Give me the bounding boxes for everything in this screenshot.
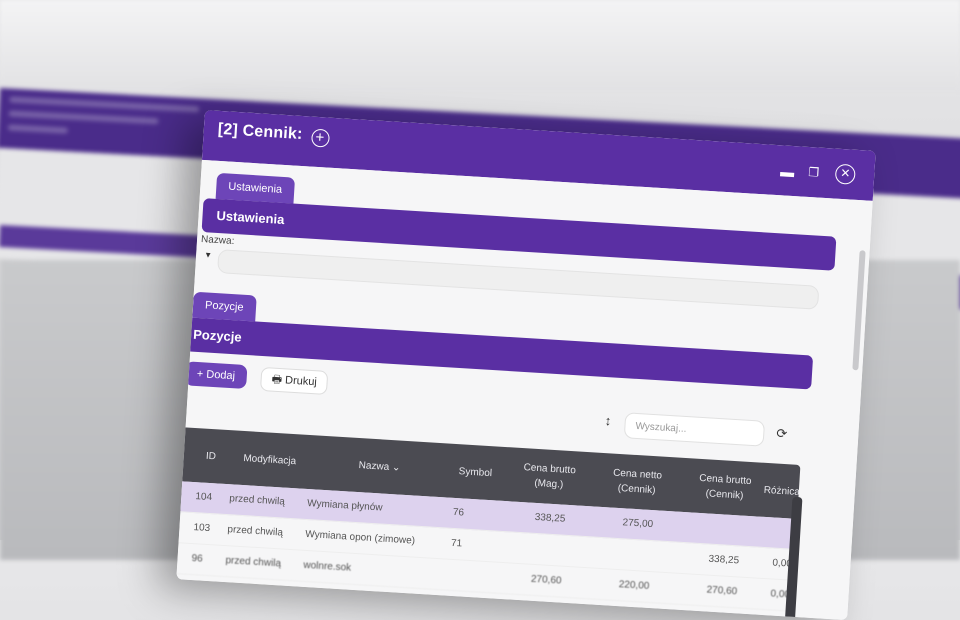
background-text-line [7,124,69,134]
dialog-body: Ustawienia Ustawienia Nazwa: ▼ Pozycje P… [176,159,873,620]
cell-symbol: 71 [450,537,463,550]
name-label: Nazwa: [200,234,235,248]
column-header-net-pricelist[interactable]: Cena netto (Cennik) [596,453,679,512]
sort-icon[interactable]: ↕ [604,413,611,428]
column-header-gross-pricelist[interactable]: Cena brutto (Cennik) [683,458,766,517]
cell-modified: przed chwilą [228,493,286,508]
dialog-title: [2] Cennik: + [217,121,330,148]
cell-id: 96 [191,553,204,565]
cell-gross-warehouse [532,534,534,564]
search-input[interactable]: Wyszukaj... [623,412,766,447]
cell-gross-warehouse: 338,25 [534,511,566,525]
cell-modified: przed chwilą [225,555,282,570]
background-text-line [8,110,159,125]
caret-down-icon[interactable]: ▼ [204,250,212,259]
column-header-symbol[interactable]: Symbol [444,443,507,501]
column-header-id[interactable]: ID [194,428,227,484]
restore-icon[interactable]: ❐ [808,165,820,180]
minimize-icon[interactable]: ▬ [780,163,795,180]
refresh-icon[interactable]: ⟳ [776,425,788,442]
cell-net-pricelist: 275,00 [622,517,654,531]
column-header-name[interactable]: Nazwa ⌄ [318,436,441,497]
add-button[interactable]: + Dodaj [184,361,248,390]
background-text-line [9,96,200,113]
column-header-modified[interactable]: Modyfikacja [228,430,311,489]
cell-modified: przed chwilą [227,524,284,539]
column-header-gross-warehouse[interactable]: Cena brutto (Mag.) [508,447,591,506]
add-circle-icon[interactable]: + [310,128,330,148]
pricelist-dialog: [2] Cennik: + ▬ ❐ ✕ Ustawienia Ustawieni… [176,110,876,620]
cell-symbol [448,560,450,590]
cell-id: 103 [193,522,211,535]
dialog-title-text: [2] Cennik: [217,120,304,143]
cell-gross-warehouse: 270,60 [530,573,562,587]
cell-gross-pricelist: 270,60 [706,584,738,598]
cell-id: 104 [195,491,213,504]
cell-difference [773,518,775,548]
print-button[interactable]: 🖶 Drukuj [259,366,329,395]
cell-symbol: 76 [452,506,465,519]
background-header [0,0,960,90]
cell-net-pricelist [620,539,622,569]
positions-table: ID Modyfikacja Nazwa ⌄ Symbol Cena brutt… [176,425,801,612]
tab-positions[interactable]: Pozycje [192,291,257,322]
cell-gross-pricelist: 338,25 [708,553,740,567]
cell-name: Wymiana płynów [306,497,383,514]
cell-name: wolnre.sok [303,559,352,574]
cell-net-pricelist: 220,00 [618,579,650,593]
cell-gross-pricelist [709,514,711,544]
close-icon[interactable]: ✕ [834,163,856,185]
